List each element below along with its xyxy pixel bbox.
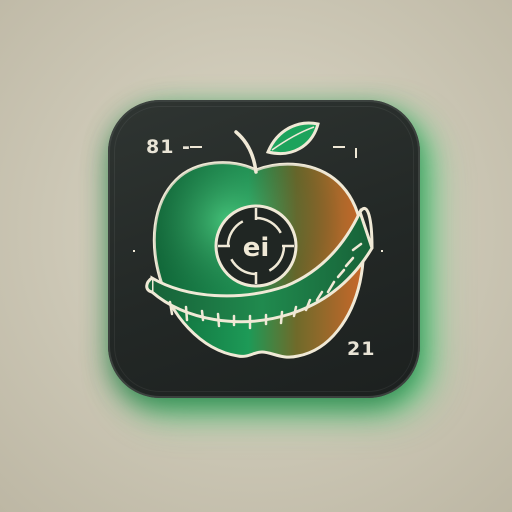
target-badge: ei [214, 204, 298, 288]
top-left-label: 81 - [146, 136, 191, 158]
target-badge-label: ei [243, 233, 270, 263]
scene: ei 81 - 21 [0, 0, 512, 512]
apple-tape-measure-icon: ei [133, 121, 383, 359]
bottom-right-label: 21 [347, 338, 376, 360]
